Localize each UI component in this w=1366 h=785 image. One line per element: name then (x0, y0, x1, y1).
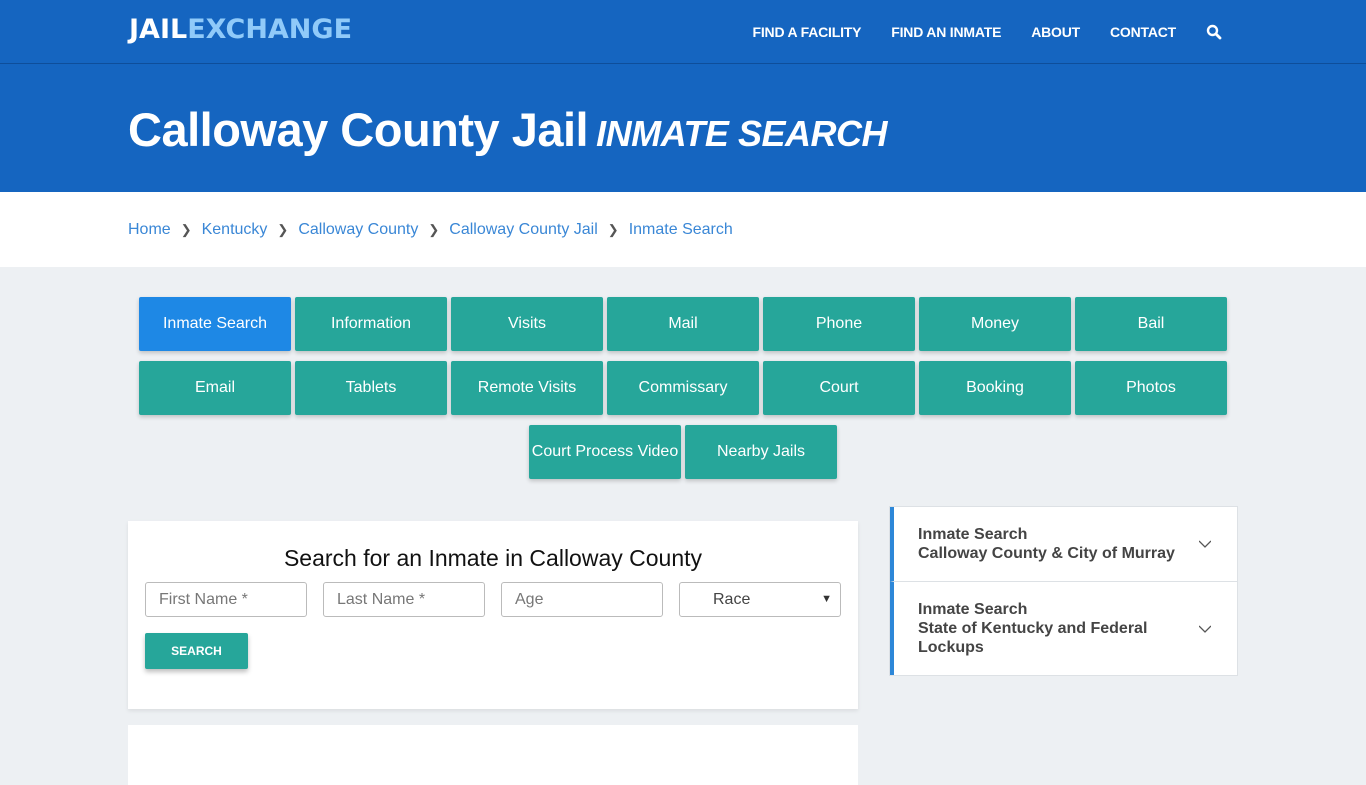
btn-remote-visits[interactable]: Remote Visits (451, 361, 603, 415)
btn-email[interactable]: Email (139, 361, 291, 415)
btn-booking[interactable]: Booking (919, 361, 1071, 415)
breadcrumb-calloway-county[interactable]: Calloway County (298, 221, 418, 239)
chevron-down-icon (1199, 540, 1211, 548)
search-form-title: Search for an Inmate in Calloway County (283, 545, 703, 571)
breadcrumb: Home ❯ Kentucky ❯ Calloway County ❯ Callowa… (0, 192, 1366, 267)
btn-phone[interactable]: Phone (763, 297, 915, 351)
section-buttons: Inmate Search Information Visits Mail Ph… (0, 297, 1366, 489)
race-select-value: Race (713, 590, 751, 608)
nav-find-inmate[interactable]: FIND AN INMATE (891, 24, 1001, 40)
site-logo[interactable]: JAILEXCHANGE (129, 14, 352, 45)
btn-tablets[interactable]: Tablets (295, 361, 447, 415)
accordion-item-county[interactable]: Inmate Search Calloway County & City of … (890, 507, 1237, 581)
search-icon[interactable] (1206, 24, 1222, 40)
btn-inmate-search[interactable]: Inmate Search (139, 297, 291, 351)
btn-information[interactable]: Information (295, 297, 447, 351)
nav-find-facility[interactable]: FIND A FACILITY (753, 24, 862, 40)
last-name-input[interactable]: Last Name * (323, 582, 485, 617)
first-name-input[interactable]: First Name * (145, 582, 307, 617)
search-submit-button[interactable]: SEARCH (145, 633, 248, 669)
accordion-subtitle: State of Kentucky and Federal Lockups (918, 620, 1148, 656)
content-card (128, 725, 858, 785)
btn-commissary[interactable]: Commissary (607, 361, 759, 415)
main-nav: FIND A FACILITY FIND AN INMATE ABOUT CON… (753, 0, 1366, 64)
title-subtitle: INMATE SEARCH (596, 113, 887, 154)
accordion-title: Inmate Search (918, 601, 1028, 618)
btn-mail[interactable]: Mail (607, 297, 759, 351)
search-fields: First Name * Last Name * Age Race ▼ (128, 582, 858, 617)
btn-visits[interactable]: Visits (451, 297, 603, 351)
top-navbar: JAILEXCHANGE FIND A FACILITY FIND AN INM… (0, 0, 1366, 64)
chevron-right-icon: ❯ (607, 221, 619, 237)
inmate-search-card: Search for an Inmate in Calloway County … (128, 521, 858, 709)
btn-money[interactable]: Money (919, 297, 1071, 351)
chevron-right-icon: ❯ (428, 221, 440, 237)
logo-exchange: EXCHANGE (187, 14, 353, 45)
logo-jail: JAIL (129, 14, 188, 45)
chevron-right-icon: ❯ (180, 221, 192, 237)
breadcrumb-kentucky[interactable]: Kentucky (202, 221, 268, 239)
btn-nearby-jails[interactable]: Nearby Jails (685, 425, 837, 479)
accordion-subtitle: Calloway County & City of Murray (918, 545, 1175, 562)
nav-about[interactable]: ABOUT (1031, 24, 1080, 40)
breadcrumb-home[interactable]: Home (128, 221, 171, 239)
breadcrumb-calloway-jail[interactable]: Calloway County Jail (449, 221, 598, 239)
title-text: Calloway County Jail (128, 103, 589, 156)
race-select[interactable]: Race ▼ (679, 582, 841, 617)
nav-contact[interactable]: CONTACT (1110, 24, 1176, 40)
hero-banner: Calloway County Jail INMATE SEARCH (0, 64, 1366, 192)
sidebar-accordion: Inmate Search Calloway County & City of … (889, 506, 1238, 676)
btn-court[interactable]: Court (763, 361, 915, 415)
accordion-item-state[interactable]: Inmate Search State of Kentucky and Fede… (890, 581, 1237, 675)
age-input[interactable]: Age (501, 582, 663, 617)
accordion-title: Inmate Search (918, 526, 1028, 543)
btn-photos[interactable]: Photos (1075, 361, 1227, 415)
chevron-right-icon: ❯ (277, 221, 289, 237)
page-title: Calloway County Jail INMATE SEARCH (128, 102, 887, 157)
chevron-down-icon (1199, 625, 1211, 633)
btn-bail[interactable]: Bail (1075, 297, 1227, 351)
breadcrumb-inmate-search[interactable]: Inmate Search (629, 221, 733, 239)
chevron-down-icon: ▼ (821, 593, 832, 605)
btn-court-process-video[interactable]: Court Process Video (529, 425, 681, 479)
